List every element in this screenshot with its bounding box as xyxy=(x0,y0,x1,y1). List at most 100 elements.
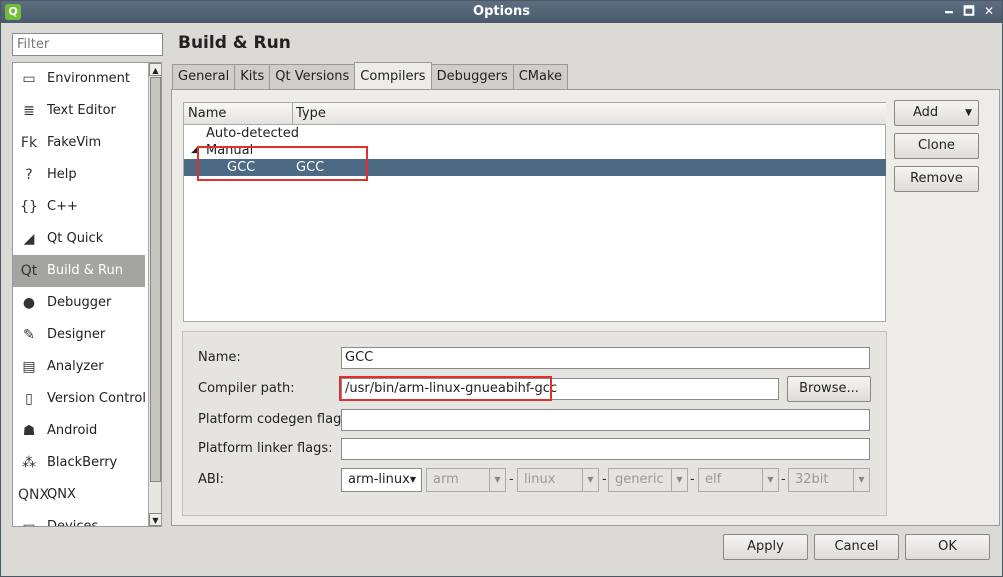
category-item-debugger[interactable]: ● Debugger xyxy=(13,287,145,319)
category-label: Help xyxy=(47,167,77,182)
tab-cmake[interactable]: CMake xyxy=(512,64,569,89)
category-label: Build & Run xyxy=(47,263,123,278)
category-item-build-run[interactable]: Qt Build & Run xyxy=(13,255,145,287)
category-label: Android xyxy=(47,423,98,438)
add-button[interactable]: Add ▼ xyxy=(894,100,979,126)
dropdown-arrow-icon: ▼ xyxy=(853,469,869,491)
category-item-help[interactable]: ? Help xyxy=(13,159,145,191)
category-label: Environment xyxy=(47,71,131,86)
title-bar: Q Options 🗕 🗖 ✕ xyxy=(1,1,1002,23)
scroll-down-icon[interactable]: ▼ xyxy=(149,513,161,526)
tab-general[interactable]: General xyxy=(172,64,236,89)
debugger-icon: ● xyxy=(22,295,36,311)
scroll-thumb[interactable] xyxy=(150,77,161,482)
add-button-label: Add xyxy=(913,105,939,120)
abi-os-value: linux xyxy=(524,472,556,487)
category-label: Qt Quick xyxy=(47,231,104,246)
codegen-flags-field[interactable] xyxy=(341,409,870,431)
category-label: Text Editor xyxy=(47,103,116,118)
add-dropdown-arrow-icon[interactable]: ▼ xyxy=(965,101,972,125)
category-item-analyzer[interactable]: ▤ Analyzer xyxy=(13,351,145,383)
tree-group-auto-detected[interactable]: Auto-detected xyxy=(184,125,886,142)
category-item-blackberry[interactable]: ⁂ BlackBerry xyxy=(13,447,145,479)
category-item-designer[interactable]: ✎ Designer xyxy=(13,319,145,351)
category-item-android[interactable]: ☗ Android xyxy=(13,415,145,447)
category-label: BlackBerry xyxy=(47,455,118,470)
category-scrollbar[interactable]: ▲ ▼ xyxy=(148,63,161,526)
tab-kits[interactable]: Kits xyxy=(234,64,271,89)
category-label: FakeVim xyxy=(47,135,102,150)
highlight-box-path xyxy=(339,376,552,401)
qt-quick-icon: ◢ xyxy=(23,231,35,247)
name-field[interactable]: GCC xyxy=(341,347,870,369)
qnx-icon: QNX xyxy=(18,487,50,503)
abi-separator: - xyxy=(781,472,786,487)
environment-icon: ▭ xyxy=(22,71,36,87)
column-type-header[interactable]: Type xyxy=(296,106,326,121)
category-item-qt-quick[interactable]: ◢ Qt Quick xyxy=(13,223,145,255)
dropdown-arrow-icon: ▼ xyxy=(762,469,778,491)
window-title: Options xyxy=(473,4,530,19)
devices-icon: ▭ xyxy=(22,519,36,527)
options-window: Q Options 🗕 🗖 ✕ ▭ Environment ≣ Text Editor… xyxy=(0,0,1003,577)
compiler-tree[interactable]: Name Type Auto-detected ◢ Manual GCC GCC xyxy=(183,102,886,322)
build-run-icon: Qt xyxy=(20,263,38,279)
highlight-box-compiler xyxy=(197,146,368,181)
category-label: QNX xyxy=(47,487,76,502)
abi-flavor-combo[interactable]: generic ▼ xyxy=(608,468,688,492)
cancel-button[interactable]: Cancel xyxy=(814,534,899,560)
version-control-icon: ▯ xyxy=(25,391,33,407)
page-title: Build & Run xyxy=(178,33,291,53)
dropdown-arrow-icon: ▼ xyxy=(671,469,687,491)
remove-button[interactable]: Remove xyxy=(894,166,979,192)
designer-icon: ✎ xyxy=(23,327,35,343)
category-item-environment[interactable]: ▭ Environment xyxy=(13,63,145,95)
apply-button[interactable]: Apply xyxy=(723,534,808,560)
clone-button[interactable]: Clone xyxy=(894,133,979,159)
qt-logo-icon: Q xyxy=(5,4,21,20)
category-item-version-control[interactable]: ▯ Version Control xyxy=(13,383,146,415)
scroll-up-icon[interactable]: ▲ xyxy=(149,63,161,76)
close-icon[interactable]: ✕ xyxy=(982,3,996,19)
abi-format-combo[interactable]: elf ▼ xyxy=(698,468,779,492)
abi-width-combo[interactable]: 32bit ▼ xyxy=(788,468,870,492)
tab-compilers[interactable]: Compilers xyxy=(354,62,432,89)
browse-button[interactable]: Browse... xyxy=(787,376,871,402)
dropdown-arrow-icon: ▼ xyxy=(409,475,417,484)
filter-input[interactable] xyxy=(12,33,163,56)
category-item-text-editor[interactable]: ≣ Text Editor xyxy=(13,95,145,127)
abi-architecture-combo[interactable]: arm-linux ▼ xyxy=(341,468,422,492)
android-icon: ☗ xyxy=(22,423,36,439)
minimize-icon[interactable]: 🗕 xyxy=(942,3,956,19)
text-editor-icon: ≣ xyxy=(23,103,35,119)
analyzer-icon: ▤ xyxy=(22,359,36,375)
fakevim-icon: Fk xyxy=(20,135,38,151)
category-label: Debugger xyxy=(47,295,112,310)
dropdown-arrow-icon: ▼ xyxy=(582,469,598,491)
abi-arch-value: arm xyxy=(433,472,459,487)
linker-flags-field[interactable] xyxy=(341,438,870,460)
abi-label: ABI: xyxy=(198,472,225,487)
abi-format-value: elf xyxy=(705,472,722,487)
abi-separator: - xyxy=(602,472,607,487)
category-item-cpp[interactable]: {} C++ xyxy=(13,191,145,223)
tab-debuggers[interactable]: Debuggers xyxy=(430,64,514,89)
compiler-path-label: Compiler path: xyxy=(198,381,295,396)
category-item-devices[interactable]: ▭ Devices xyxy=(13,511,145,527)
abi-os-combo[interactable]: linux ▼ xyxy=(517,468,599,492)
column-name-header[interactable]: Name xyxy=(188,106,226,121)
category-label: Devices xyxy=(47,519,99,527)
abi-width-value: 32bit xyxy=(795,472,829,487)
tab-qt-versions[interactable]: Qt Versions xyxy=(269,64,356,89)
abi-separator: - xyxy=(690,472,695,487)
category-label: Designer xyxy=(47,327,106,342)
abi-arch-combo[interactable]: arm ▼ xyxy=(426,468,506,492)
window-controls: 🗕 🗖 ✕ xyxy=(942,3,996,19)
maximize-icon[interactable]: 🗖 xyxy=(962,3,976,19)
category-list: ▭ Environment ≣ Text Editor Fk FakeVim ? Help {}… xyxy=(12,62,162,527)
category-item-qnx[interactable]: QNX QNX xyxy=(13,479,145,511)
category-label: Analyzer xyxy=(47,359,104,374)
category-item-fakevim[interactable]: Fk FakeVim xyxy=(13,127,145,159)
ok-button[interactable]: OK xyxy=(905,534,990,560)
category-label: C++ xyxy=(47,199,78,214)
